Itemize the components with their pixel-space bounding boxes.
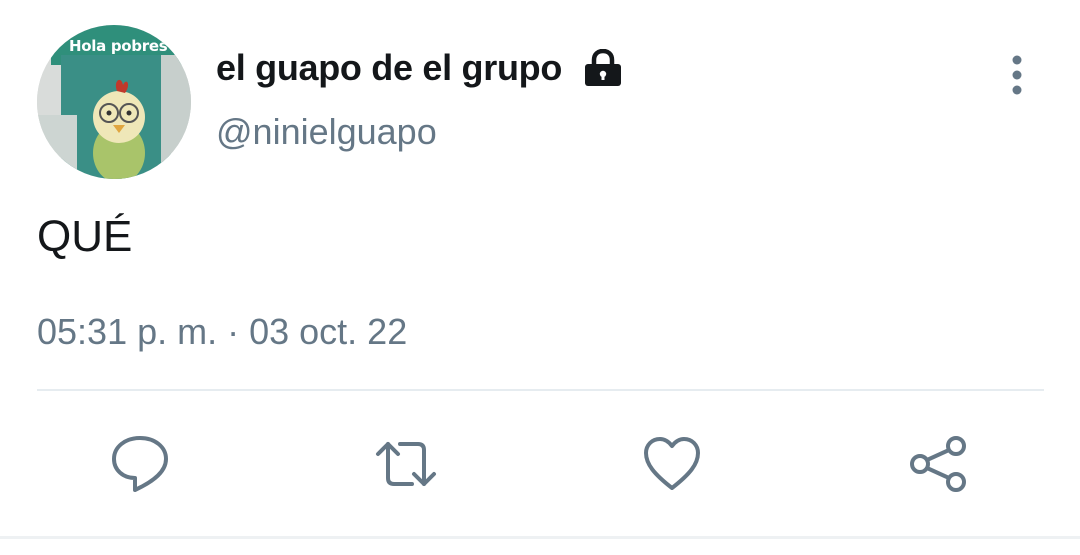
share-icon [910, 436, 966, 492]
display-name[interactable]: el guapo de el grupo [216, 47, 562, 89]
tweet-timestamp[interactable]: 05:31 p. m. · 03 oct. 22 [37, 311, 407, 353]
user-handle[interactable]: @ninielguapo [216, 111, 437, 153]
reply-button[interactable] [108, 432, 172, 496]
avatar-caption: Hola pobres [69, 37, 168, 55]
divider [37, 389, 1044, 391]
reply-icon [112, 436, 168, 492]
display-name-row: el guapo de el grupo [216, 46, 624, 90]
tweet-card: Hola pobres el guapo de el grupo @niniel… [0, 0, 1080, 555]
avatar[interactable]: Hola pobres [37, 25, 191, 179]
retweet-button[interactable] [374, 432, 438, 496]
like-button[interactable] [640, 432, 704, 496]
share-button[interactable] [906, 432, 970, 496]
lock-icon [582, 48, 624, 87]
more-vertical-icon[interactable] [1004, 54, 1030, 98]
heart-icon [644, 437, 700, 490]
retweet-icon [376, 442, 436, 486]
tweet-text: QUÉ [37, 212, 133, 261]
bottom-divider [0, 536, 1080, 539]
